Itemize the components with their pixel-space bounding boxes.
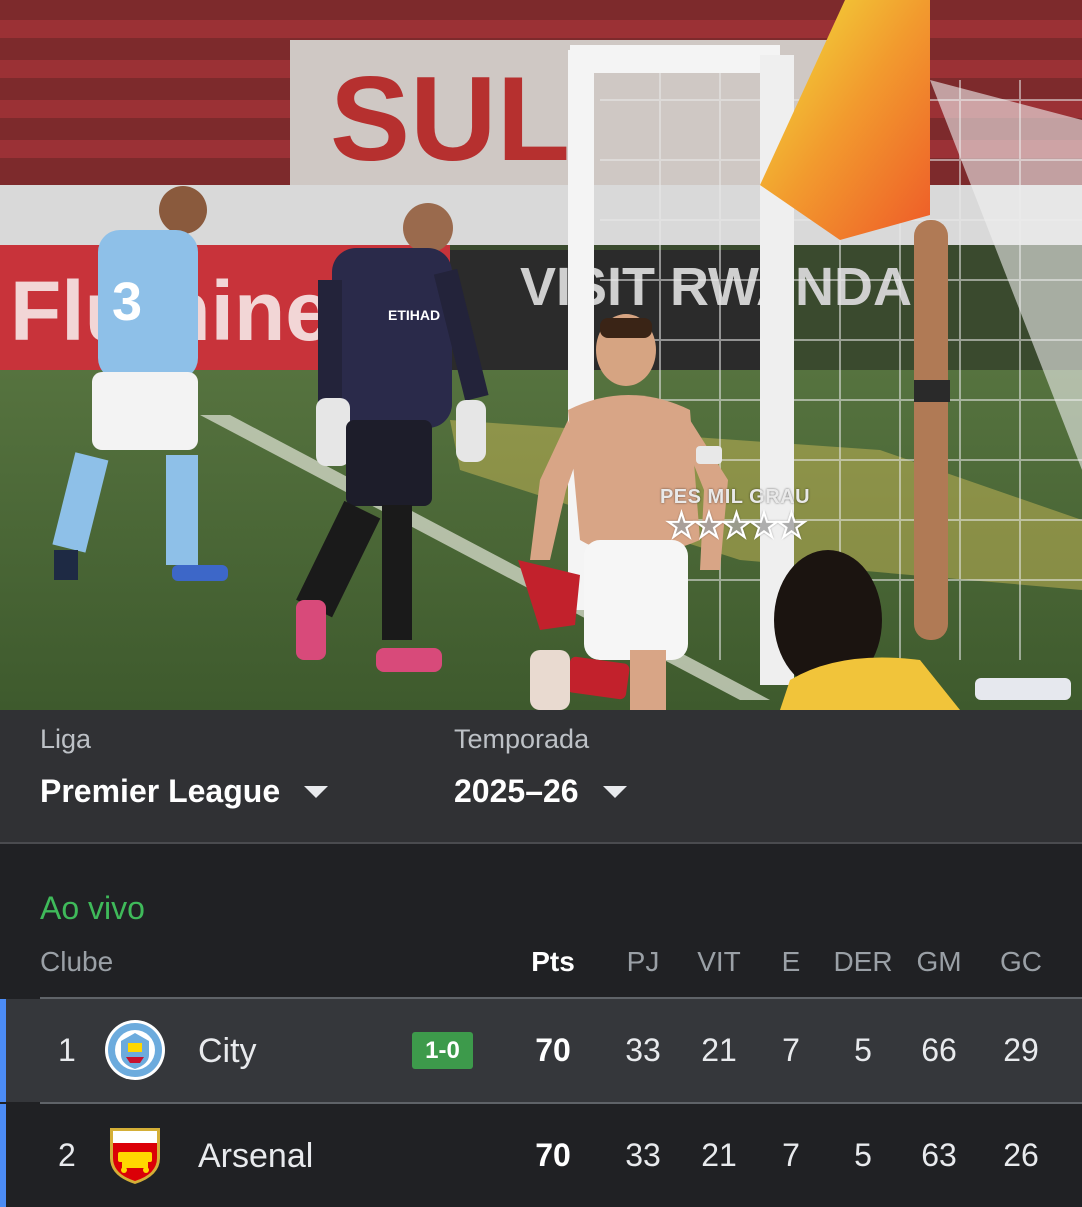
header-gc: GC: [1000, 946, 1042, 977]
row-gm: 66: [921, 1032, 957, 1068]
row-pts: 70: [535, 1137, 571, 1173]
header-pj: PJ: [626, 946, 660, 977]
match-photo: SUL Fluminense VISIT RWANDA 3 ETIHAD PES…: [0, 0, 1082, 710]
svg-text:ETIHAD: ETIHAD: [388, 307, 440, 323]
row-pts: 70: [535, 1032, 571, 1068]
header-der: DER: [833, 946, 893, 977]
header-gm: GM: [916, 946, 962, 977]
chevron-down-icon: [304, 785, 329, 798]
row-rank: 2: [58, 1137, 76, 1173]
season-dropdown[interactable]: 2025–26: [454, 773, 627, 810]
arsenal-crest-icon: [110, 1128, 160, 1184]
stand-banner-text: SUL: [330, 52, 570, 186]
row-e: 7: [782, 1137, 800, 1173]
row-team-name: Arsenal: [198, 1137, 314, 1175]
league-filter-label: Liga: [40, 724, 92, 754]
league-filter[interactable]: Liga Premier League: [40, 724, 329, 810]
table-row[interactable]: 1 City 1-0 70 33 21 7 5 66 29: [0, 999, 1082, 1102]
row-e: 7: [782, 1032, 800, 1068]
match-photo-illustration: SUL Fluminense VISIT RWANDA 3 ETIHAD: [0, 0, 1082, 710]
filter-bar: Liga Premier League Temporada 2025–26: [0, 710, 1082, 844]
row-gc: 26: [1003, 1137, 1039, 1173]
row-der: 5: [854, 1032, 872, 1068]
season-filter-label: Temporada: [454, 724, 590, 754]
row-team-name: City: [198, 1032, 257, 1070]
svg-text:3: 3: [112, 272, 142, 332]
row-gc: 29: [1003, 1032, 1039, 1068]
watermark-text: PES MIL GRAU: [659, 486, 811, 508]
live-label: Ao vivo: [40, 890, 145, 926]
table-row[interactable]: 2 Arsenal 70 33 21 7 5 63 26: [0, 1104, 1082, 1207]
header-e: E: [781, 946, 801, 977]
row-der: 5: [854, 1137, 872, 1173]
watermark: PES MIL GRAU ★★★★★: [650, 486, 820, 545]
row-highlight-marker: [0, 999, 6, 1102]
watermark-stars-icon: ★★★★★: [666, 507, 807, 545]
manchester-city-crest-icon: [105, 1020, 165, 1080]
league-dropdown[interactable]: Premier League: [40, 773, 329, 810]
row-vit: 21: [701, 1137, 737, 1173]
header-pts: Pts: [531, 946, 575, 977]
header-club: Clube: [40, 946, 114, 977]
live-score-badge: 1-0: [412, 1032, 473, 1069]
row-gm: 63: [921, 1137, 957, 1173]
row-vit: 21: [701, 1032, 737, 1068]
league-dropdown-value: Premier League: [40, 773, 281, 809]
chevron-down-icon: [602, 785, 627, 798]
row-highlight-marker: [0, 1104, 6, 1207]
row-rank: 1: [58, 1032, 76, 1068]
row-pj: 33: [625, 1137, 661, 1173]
season-dropdown-value: 2025–26: [454, 773, 579, 809]
season-filter[interactable]: Temporada 2025–26: [454, 724, 627, 810]
standings-header: Clube Pts PJ VIT E DER GM GC: [0, 938, 1082, 986]
row-pj: 33: [625, 1032, 661, 1068]
header-vit: VIT: [697, 946, 741, 977]
